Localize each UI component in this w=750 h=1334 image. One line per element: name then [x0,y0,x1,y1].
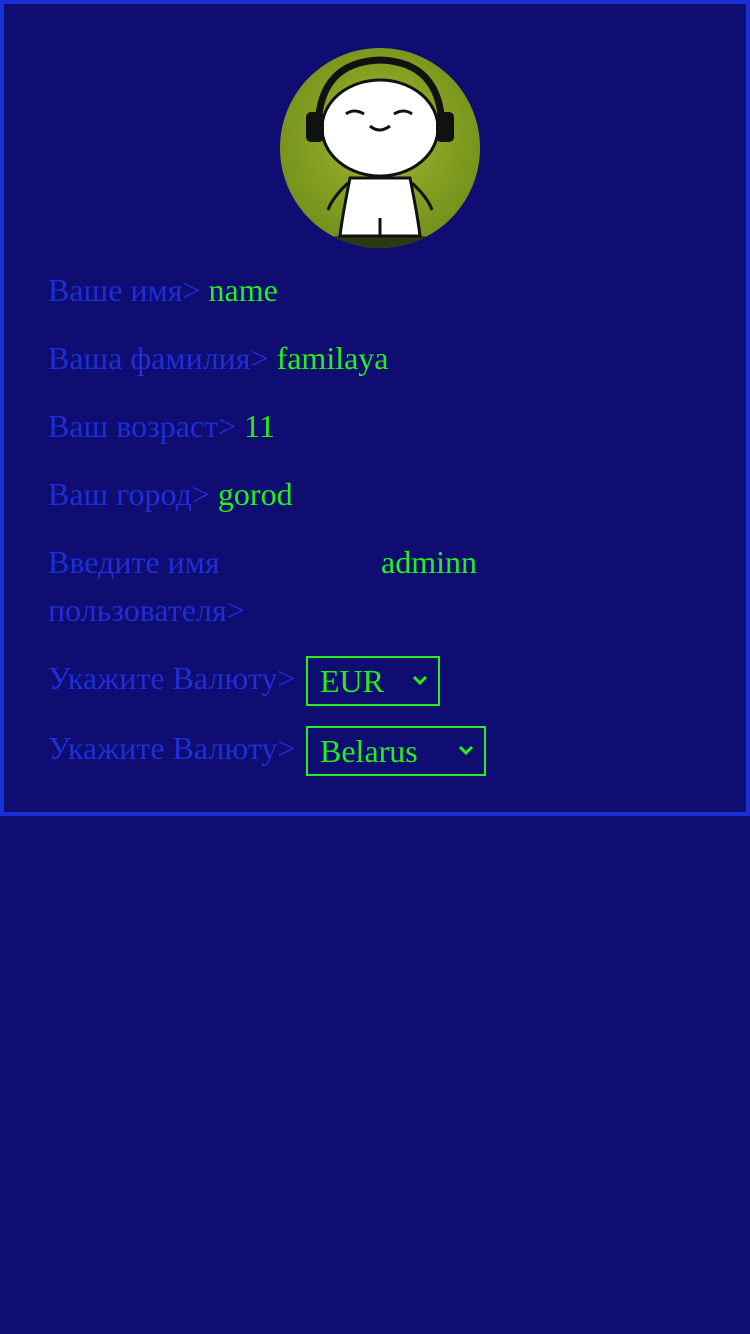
city-label: Ваш город> [48,476,210,512]
country-select[interactable]: Belarus [306,726,486,776]
age-value[interactable]: 11 [244,408,275,444]
avatar [280,48,480,248]
name-row: Ваше имя> name [48,266,278,314]
name-label: Ваше имя> [48,272,201,308]
name-value[interactable]: name [209,272,278,308]
surname-value[interactable]: familaya [277,340,389,376]
country-label: Укажите Валюту> [48,730,296,766]
age-row: Ваш возраст> 11 [48,402,275,450]
age-label: Ваш возраст> [48,408,237,444]
currency-selected-value: EUR [320,663,384,699]
surname-label: Ваша фамилия> [48,340,269,376]
currency-label: Укажите Валюту> [48,660,296,696]
profile-panel: Ваше имя> name Ваша фамилия> familaya Ва… [0,0,750,816]
country-selected-value: Belarus [320,733,418,769]
surname-row: Ваша фамилия> familaya [48,334,389,382]
chevron-down-icon [412,674,428,686]
username-label: Введите имя пользователя> [48,544,245,628]
headphones-character-icon [306,56,454,248]
username-value[interactable]: adminn [381,538,477,586]
city-row: Ваш город> gorod [48,470,293,518]
city-value[interactable]: gorod [218,476,293,512]
chevron-down-icon [458,744,474,756]
currency-select[interactable]: EUR [306,656,440,706]
